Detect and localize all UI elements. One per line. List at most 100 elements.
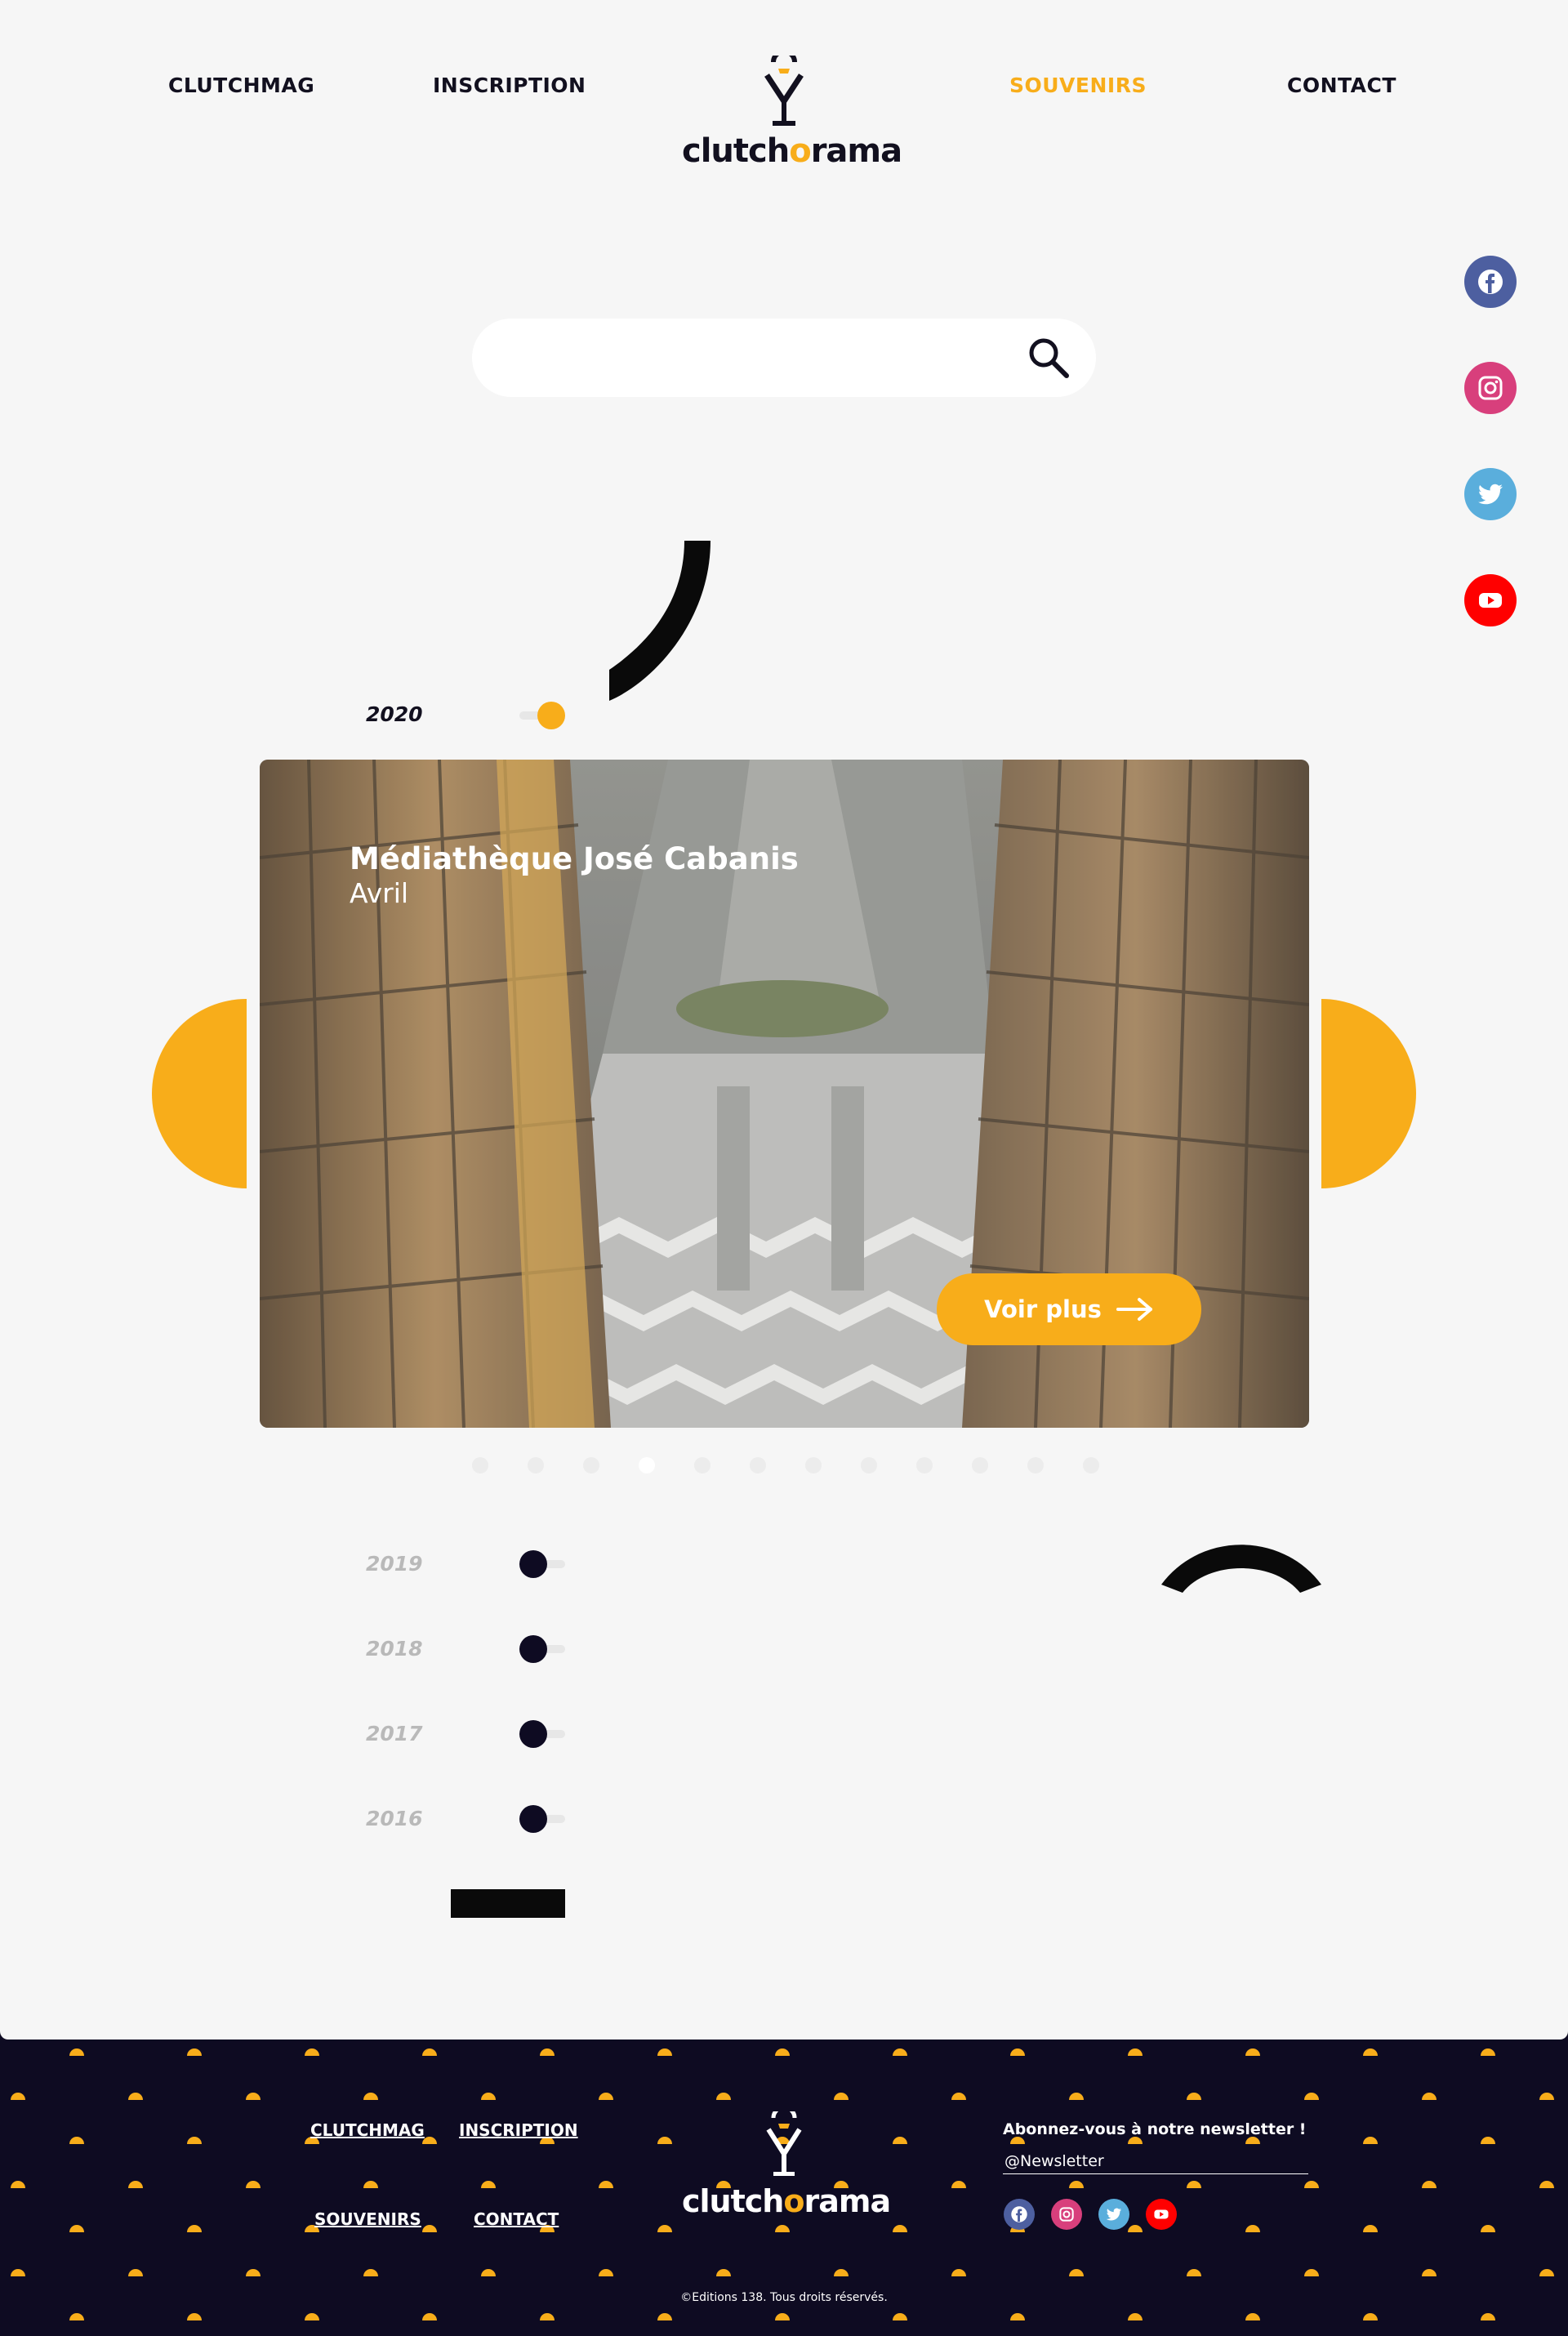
footer-twitter-link[interactable] xyxy=(1098,2199,1129,2230)
footer-link-clutchmag[interactable]: CLUTCHMAG xyxy=(310,2120,425,2140)
slide-title: Médiathèque José Cabanis xyxy=(350,841,799,876)
pager-dot[interactable] xyxy=(861,1457,877,1473)
instagram-link[interactable] xyxy=(1464,362,1517,414)
year-current[interactable]: 2020 xyxy=(366,702,423,726)
footer-pattern-dot xyxy=(1128,2048,1143,2056)
footer-pattern-dot xyxy=(1539,2269,1554,2276)
footer-pattern-dot xyxy=(716,2093,731,2100)
nav-clutchmag[interactable]: CLUTCHMAG xyxy=(168,74,314,97)
footer-pattern-dot xyxy=(363,2181,378,2188)
footer-pattern-dot xyxy=(1245,2048,1260,2056)
pager-dot[interactable] xyxy=(583,1457,599,1473)
youtube-icon xyxy=(1479,593,1502,608)
pager-dot[interactable] xyxy=(472,1457,488,1473)
footer-pattern-dot xyxy=(657,2313,672,2320)
footer-link-souvenirs[interactable]: SOUVENIRS xyxy=(314,2209,421,2229)
footer-pattern-dot xyxy=(657,2048,672,2056)
search-icon[interactable] xyxy=(1026,335,1071,381)
nav-souvenirs[interactable]: SOUVENIRS xyxy=(1009,74,1147,97)
year-2019[interactable]: 2019 xyxy=(366,1552,423,1576)
pager-dot[interactable] xyxy=(1083,1457,1099,1473)
footer-logo[interactable]: clutchorama xyxy=(682,2105,891,2219)
pager-dot[interactable] xyxy=(639,1457,655,1473)
footer-pattern-dot xyxy=(834,2093,849,2100)
copyright-text: ©Editions 138. Tous droits réservés. xyxy=(680,2291,888,2304)
glass-icon xyxy=(764,49,804,126)
footer-pattern-dot xyxy=(1069,2093,1084,2100)
footer-pattern-dot xyxy=(1010,2048,1025,2056)
footer-pattern-dot xyxy=(716,2269,731,2276)
timeline-dot[interactable] xyxy=(519,1635,547,1663)
footer-pattern-dot xyxy=(540,2313,555,2320)
twitter-link[interactable] xyxy=(1464,468,1517,520)
footer-logo-wordmark: clutchorama xyxy=(682,2183,891,2219)
footer-link-inscription[interactable]: INSCRIPTION xyxy=(459,2120,578,2140)
footer-pattern-dot xyxy=(187,2048,202,2056)
glass-icon xyxy=(766,2105,802,2176)
nav-inscription[interactable]: INSCRIPTION xyxy=(433,74,586,97)
footer-pattern-dot xyxy=(1187,2269,1201,2276)
footer-pattern-dot xyxy=(11,2093,25,2100)
search-input[interactable] xyxy=(505,335,995,381)
footer-pattern-dot xyxy=(422,2048,437,2056)
footer-pattern-dot xyxy=(422,2313,437,2320)
year-2017[interactable]: 2017 xyxy=(366,1722,423,1745)
footer-youtube-link[interactable] xyxy=(1146,2199,1177,2230)
footer-pattern-dot xyxy=(599,2181,613,2188)
newsletter-input[interactable] xyxy=(1003,2148,1308,2174)
footer-pattern-dot xyxy=(1304,2093,1319,2100)
pager-dot[interactable] xyxy=(805,1457,822,1473)
footer-facebook-link[interactable] xyxy=(1004,2199,1035,2230)
pager-dot[interactable] xyxy=(972,1457,988,1473)
logo-wordmark: clutchorama xyxy=(682,132,902,170)
decor-arc-top xyxy=(609,541,710,701)
footer-pattern-dot xyxy=(128,2269,143,2276)
footer-pattern-dot xyxy=(1245,2225,1260,2232)
slide-card: Médiathèque José Cabanis Avril Voir plus xyxy=(260,760,1309,1428)
footer-pattern-dot xyxy=(657,2225,672,2232)
footer-instagram-link[interactable] xyxy=(1051,2199,1082,2230)
pager-dot[interactable] xyxy=(1027,1457,1044,1473)
main-page: CLUTCHMAG INSCRIPTION SOUVENIRS CONTACT … xyxy=(0,0,1568,2040)
footer-pattern-dot xyxy=(1481,2137,1495,2144)
footer-pattern-dot xyxy=(1245,2313,1260,2320)
pager-dot[interactable] xyxy=(750,1457,766,1473)
pager-dot[interactable] xyxy=(694,1457,710,1473)
footer-pattern-dot xyxy=(128,2093,143,2100)
footer-pattern-dot xyxy=(1422,2181,1437,2188)
decor-half-circle-right xyxy=(1321,999,1416,1188)
twitter-icon xyxy=(1478,484,1503,505)
twitter-icon xyxy=(1106,2208,1122,2221)
timeline-dot[interactable] xyxy=(519,1720,547,1748)
footer-pattern-dot xyxy=(599,2093,613,2100)
newsletter-title: Abonnez-vous à notre newsletter ! xyxy=(1003,2120,1307,2138)
footer-pattern-dot xyxy=(540,2048,555,2056)
footer-pattern-dot xyxy=(775,2313,790,2320)
year-2016[interactable]: 2016 xyxy=(366,1807,423,1830)
footer-pattern-dot xyxy=(422,2225,437,2232)
footer-pattern-dot xyxy=(1363,2313,1378,2320)
footer-pattern-dot xyxy=(893,2225,907,2232)
footer-pattern-dot xyxy=(1363,2225,1378,2232)
timeline-dot-active[interactable] xyxy=(537,702,565,729)
footer-pattern-dot xyxy=(657,2137,672,2144)
footer-pattern-dot xyxy=(893,2313,907,2320)
arrow-right-icon xyxy=(1116,1298,1152,1321)
youtube-link[interactable] xyxy=(1464,574,1517,626)
footer-pattern-dot xyxy=(1481,2225,1495,2232)
facebook-link[interactable] xyxy=(1464,256,1517,308)
site-logo[interactable]: clutchorama xyxy=(682,49,902,170)
instagram-icon xyxy=(1059,2207,1074,2222)
nav-contact[interactable]: CONTACT xyxy=(1287,74,1396,97)
year-2018[interactable]: 2018 xyxy=(366,1637,423,1661)
footer-pattern-dot xyxy=(11,2181,25,2188)
pager-dot[interactable] xyxy=(916,1457,933,1473)
footer-link-contact[interactable]: CONTACT xyxy=(474,2209,559,2229)
pager-dot[interactable] xyxy=(528,1457,544,1473)
footer-pattern-dot xyxy=(1010,2313,1025,2320)
timeline-dot[interactable] xyxy=(519,1550,547,1578)
voir-plus-button[interactable]: Voir plus xyxy=(937,1273,1201,1345)
footer-pattern-dot xyxy=(305,2313,319,2320)
timeline-dot[interactable] xyxy=(519,1805,547,1833)
footer-pattern-dot xyxy=(481,2269,496,2276)
